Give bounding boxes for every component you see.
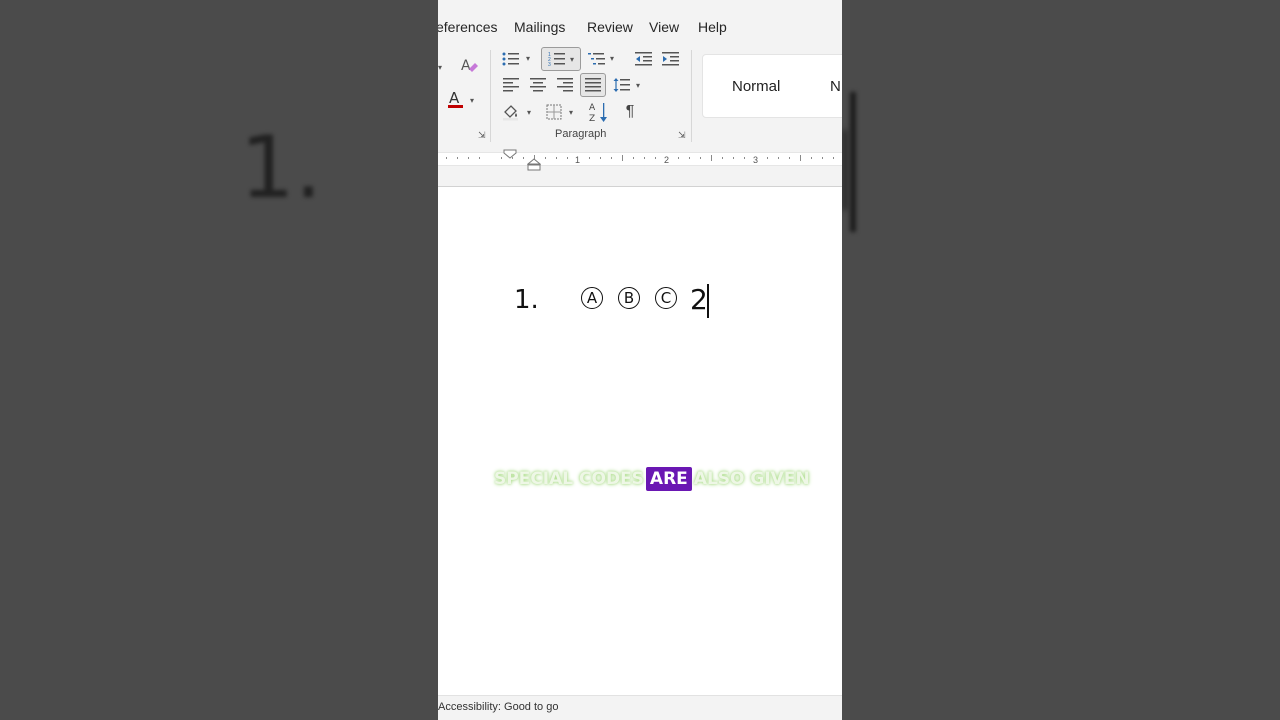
circled-letter-a: A <box>581 287 603 309</box>
clear-formatting-icon[interactable]: A <box>458 54 480 76</box>
accessibility-status[interactable]: Accessibility: Good to go <box>438 701 558 713</box>
line-spacing-icon[interactable] <box>611 75 633 95</box>
ruler: 1 2 3 <box>438 146 842 187</box>
hanging-indent-marker[interactable] <box>527 158 541 172</box>
chevron-down-icon[interactable]: ▾ <box>610 54 614 63</box>
svg-text:3: 3 <box>548 62 551 67</box>
chevron-down-icon[interactable]: ▾ <box>527 108 531 117</box>
typed-text: 2 <box>690 283 708 316</box>
document-page[interactable]: 1. A B C 2 SPECIAL CODES ARE ALSO GIVEN <box>438 187 842 695</box>
decrease-indent-icon[interactable] <box>633 49 655 69</box>
tab-review[interactable]: Review <box>587 19 633 35</box>
horizontal-ruler[interactable]: 1 2 3 <box>438 149 842 171</box>
font-color-icon[interactable]: A <box>446 88 466 110</box>
ruler-mark-2: 2 <box>664 155 670 165</box>
video-caption: SPECIAL CODES ARE ALSO GIVEN <box>494 465 810 493</box>
chevron-down-icon[interactable]: ▾ <box>526 54 530 63</box>
group-label-paragraph: Paragraph <box>555 128 607 140</box>
caption-text-after: ALSO GIVEN <box>693 469 810 489</box>
justify-button[interactable] <box>580 73 606 97</box>
tab-view[interactable]: View <box>649 19 679 35</box>
ribbon-tab-bar: eferences Mailings Review View Help <box>438 0 842 46</box>
chevron-down-icon[interactable]: ▾ <box>438 63 442 72</box>
tab-help[interactable]: Help <box>698 19 727 35</box>
chevron-down-icon[interactable]: ▾ <box>470 96 474 105</box>
group-separator <box>490 50 491 142</box>
tab-mailings[interactable]: Mailings <box>514 19 565 35</box>
show-formatting-marks-icon[interactable]: ¶ <box>619 101 641 123</box>
caption-highlight: ARE <box>645 467 692 491</box>
sort-icon[interactable]: AZ <box>588 100 610 124</box>
svg-text:A: A <box>449 89 460 107</box>
ruler-mark-3: 3 <box>753 155 759 165</box>
align-right-icon[interactable] <box>554 75 576 95</box>
styles-gallery: Normal N <box>702 54 842 118</box>
tab-references[interactable]: eferences <box>438 19 497 35</box>
word-window: eferences Mailings Review View Help ▾ A … <box>438 0 842 720</box>
dialog-launcher-icon[interactable]: ⇲ <box>478 130 486 141</box>
ribbon: ▾ A A ▾ ▾ 123 ▾ ▾ ▾ ▾ ▾ A Z ¶ ⇲ Paragrap… <box>438 46 842 147</box>
increase-indent-icon[interactable] <box>660 49 682 69</box>
bullets-icon[interactable] <box>500 49 522 69</box>
first-line-indent-marker[interactable] <box>503 149 517 159</box>
circled-letter-c: C <box>655 287 677 309</box>
status-bar: Accessibility: Good to go <box>438 695 842 720</box>
numbering-button[interactable]: 123 ▾ <box>541 47 581 71</box>
dialog-launcher-icon[interactable]: ⇲ <box>678 130 686 141</box>
background-blur-shape <box>842 130 848 210</box>
list-number: 1. <box>514 285 539 315</box>
align-center-icon[interactable] <box>527 75 549 95</box>
chevron-down-icon[interactable]: ▾ <box>569 108 573 117</box>
style-no-spacing[interactable]: N <box>830 78 841 95</box>
background-left-panel: 1. <box>0 0 438 720</box>
ruler-mark-1: 1 <box>575 155 581 165</box>
multilevel-list-icon[interactable] <box>586 49 608 69</box>
svg-text:A: A <box>461 58 471 74</box>
text-cursor <box>707 284 709 318</box>
background-cursor-bar <box>850 92 856 232</box>
svg-text:A: A <box>589 103 596 113</box>
borders-icon[interactable] <box>543 101 565 123</box>
circled-letter-b: B <box>618 287 640 309</box>
chevron-down-icon[interactable]: ▾ <box>636 81 640 90</box>
caption-text-before: SPECIAL CODES <box>494 469 644 489</box>
background-right-panel <box>842 0 1280 720</box>
svg-text:Z: Z <box>589 114 595 123</box>
align-left-icon[interactable] <box>500 75 522 95</box>
style-normal[interactable]: Normal <box>732 78 780 95</box>
group-separator <box>691 50 692 142</box>
background-list-number: 1. <box>240 118 323 218</box>
shading-icon[interactable] <box>500 101 522 123</box>
